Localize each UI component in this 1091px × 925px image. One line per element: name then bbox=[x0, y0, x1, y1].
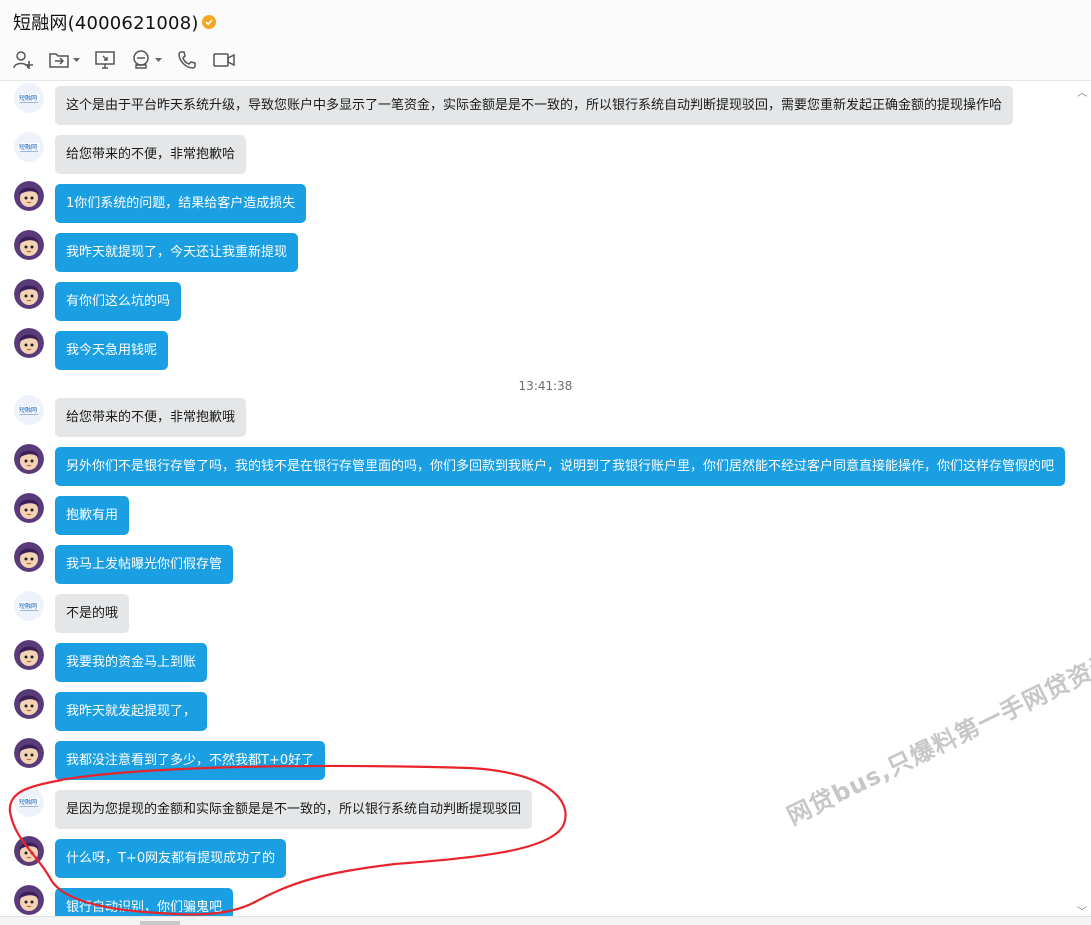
message-row: 短融网 给您带来的不便，非常抱歉哈 bbox=[14, 132, 247, 174]
service-avatar[interactable]: 短融网 bbox=[14, 787, 44, 817]
user-message-bubble[interactable]: 有你们这么坑的吗 bbox=[55, 282, 182, 321]
service-avatar[interactable]: 短融网 bbox=[14, 132, 44, 162]
user-message-bubble[interactable]: 1你们系统的问题，结果给客户造成损失 bbox=[55, 184, 307, 223]
user-avatar[interactable] bbox=[14, 279, 44, 309]
user-avatar[interactable] bbox=[14, 689, 44, 719]
user-avatar[interactable] bbox=[14, 836, 44, 866]
message-row: 短融网 这个是由于平台昨天系统升级，导致您账户中多显示了一笔资金，实际金额是是不一… bbox=[14, 83, 1014, 125]
user-avatar[interactable] bbox=[14, 328, 44, 358]
chevron-down-icon[interactable] bbox=[73, 57, 80, 63]
verified-badge-icon bbox=[201, 15, 216, 29]
scroll-up-icon[interactable]: ︿ bbox=[1077, 84, 1087, 99]
service-avatar[interactable]: 短融网 bbox=[14, 83, 44, 113]
message-row: 短融网 是因为您提现的金额和实际金额是是不一致的，所以银行系统自动判断提现驳回 bbox=[14, 787, 533, 829]
service-message-bubble[interactable]: 给您带来的不便，非常抱歉哦 bbox=[55, 398, 247, 437]
chevron-down-icon[interactable] bbox=[155, 57, 162, 63]
svg-text:短融网: 短融网 bbox=[19, 602, 37, 610]
app-center-button[interactable] bbox=[130, 48, 162, 72]
user-message-bubble[interactable]: 我昨天就提现了，今天还让我重新提现 bbox=[55, 233, 299, 272]
service-avatar[interactable]: 短融网 bbox=[14, 395, 44, 425]
chat-toolbar bbox=[12, 48, 250, 72]
message-row: 短融网 不是的哦 bbox=[14, 591, 130, 633]
user-avatar[interactable] bbox=[14, 738, 44, 768]
contact-title: 短融网(4000621008) bbox=[13, 13, 199, 34]
service-message-bubble[interactable]: 是因为您提现的金额和实际金额是是不一致的，所以银行系统自动判断提现驳回 bbox=[55, 790, 533, 829]
transfer-file-icon bbox=[49, 53, 69, 68]
user-avatar[interactable] bbox=[14, 230, 44, 260]
user-avatar[interactable] bbox=[14, 542, 44, 572]
video-call-button[interactable] bbox=[212, 48, 236, 72]
message-row: 有你们这么坑的吗 bbox=[14, 279, 182, 321]
message-row: 什么呀，T+0网友都有提现成功了的 bbox=[14, 836, 287, 878]
user-message-bubble[interactable]: 我马上发帖曝光你们假存管 bbox=[55, 545, 234, 584]
user-avatar[interactable] bbox=[14, 444, 44, 474]
user-message-bubble[interactable]: 我今天急用钱呢 bbox=[55, 331, 169, 370]
message-row: 我都没注意看到了多少，不然我都T+0好了 bbox=[14, 738, 326, 780]
message-row: 抱歉有用 bbox=[14, 493, 130, 535]
svg-text:短融网: 短融网 bbox=[19, 406, 37, 414]
transfer-file-button[interactable] bbox=[48, 48, 80, 72]
add-user-icon bbox=[13, 51, 33, 69]
message-timestamp: 13:41:38 bbox=[518, 379, 573, 393]
svg-text:短融网: 短融网 bbox=[19, 143, 37, 151]
video-call-icon bbox=[213, 53, 235, 67]
user-avatar[interactable] bbox=[14, 640, 44, 670]
message-row: 短融网 给您带来的不便，非常抱歉哦 bbox=[14, 395, 247, 437]
user-message-bubble[interactable]: 我要我的资金马上到账 bbox=[55, 643, 208, 682]
service-message-bubble[interactable]: 给您带来的不便，非常抱歉哈 bbox=[55, 135, 247, 174]
service-message-bubble[interactable]: 不是的哦 bbox=[55, 594, 130, 633]
message-row: 我要我的资金马上到账 bbox=[14, 640, 208, 682]
add-user-button[interactable] bbox=[12, 48, 34, 72]
message-row: 另外你们不是银行存管了吗，我的钱不是在银行存管里面的吗，你们多回款到我账户，说明… bbox=[14, 444, 1066, 486]
user-message-bubble[interactable]: 抱歉有用 bbox=[55, 496, 130, 535]
remote-desktop-button[interactable] bbox=[94, 48, 116, 72]
service-avatar[interactable]: 短融网 bbox=[14, 591, 44, 621]
svg-text:短融网: 短融网 bbox=[19, 94, 37, 102]
message-row: 我马上发帖曝光你们假存管 bbox=[14, 542, 234, 584]
remote-desktop-icon bbox=[95, 51, 115, 69]
user-avatar[interactable] bbox=[14, 181, 44, 211]
phone-icon bbox=[178, 51, 196, 69]
title-row: 短融网(4000621008) bbox=[13, 9, 216, 35]
message-row: 我昨天就提现了，今天还让我重新提现 bbox=[14, 230, 299, 272]
app-center-icon bbox=[133, 50, 149, 69]
phone-call-button[interactable] bbox=[176, 48, 198, 72]
message-row: 1你们系统的问题，结果给客户造成损失 bbox=[14, 181, 307, 223]
svg-text:短融网: 短融网 bbox=[19, 798, 37, 806]
user-avatar[interactable] bbox=[14, 493, 44, 523]
chat-header: 短融网(4000621008) bbox=[0, 0, 1091, 81]
user-message-bubble[interactable]: 我都没注意看到了多少，不然我都T+0好了 bbox=[55, 741, 326, 780]
message-row: 我今天急用钱呢 bbox=[14, 328, 169, 370]
chat-window: 短融网(4000621008) 短融网 这个是由于平台昨天系统升级，导致您账户中… bbox=[0, 0, 1091, 925]
user-message-bubble[interactable]: 什么呀，T+0网友都有提现成功了的 bbox=[55, 839, 287, 878]
user-avatar[interactable] bbox=[14, 885, 44, 915]
service-message-bubble[interactable]: 这个是由于平台昨天系统升级，导致您账户中多显示了一笔资金，实际金额是是不一致的，… bbox=[55, 86, 1014, 125]
user-message-bubble[interactable]: 另外你们不是银行存管了吗，我的钱不是在银行存管里面的吗，你们多回款到我账户，说明… bbox=[55, 447, 1066, 486]
user-message-bubble[interactable]: 我昨天就发起提现了， bbox=[55, 692, 208, 731]
scrollbar-thumb[interactable] bbox=[140, 921, 180, 925]
message-row: 我昨天就发起提现了， bbox=[14, 689, 208, 731]
